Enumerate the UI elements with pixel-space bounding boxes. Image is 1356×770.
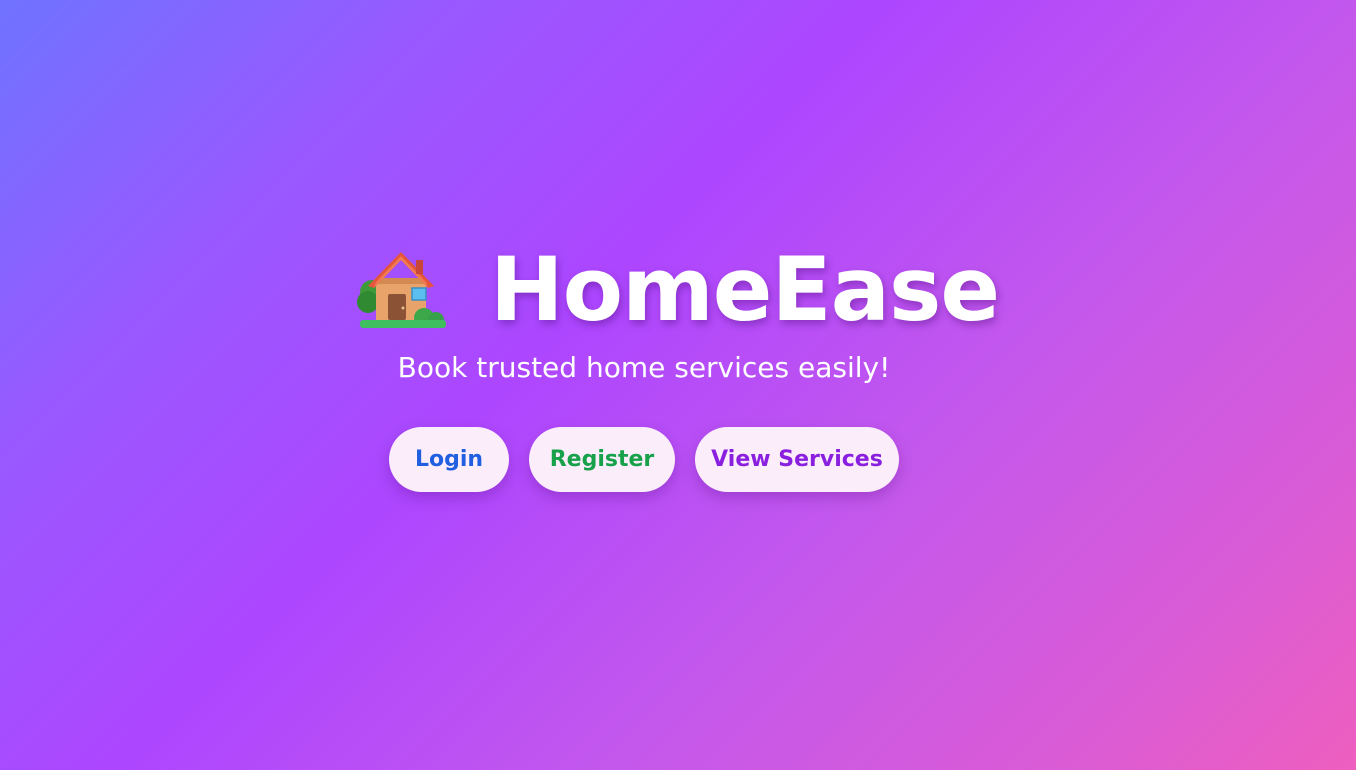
action-buttons: Login Register View Services	[389, 427, 899, 492]
login-button[interactable]: Login	[389, 427, 509, 492]
hero-section: HomeEase Book trusted home services easi…	[0, 0, 1288, 770]
app-title: HomeEase	[490, 238, 1000, 341]
view-services-button[interactable]: View Services	[695, 427, 899, 492]
tagline: Book trusted home services easily!	[397, 351, 891, 384]
house-icon	[357, 252, 446, 328]
register-button[interactable]: Register	[529, 427, 675, 492]
title-row: HomeEase	[354, 238, 1000, 341]
